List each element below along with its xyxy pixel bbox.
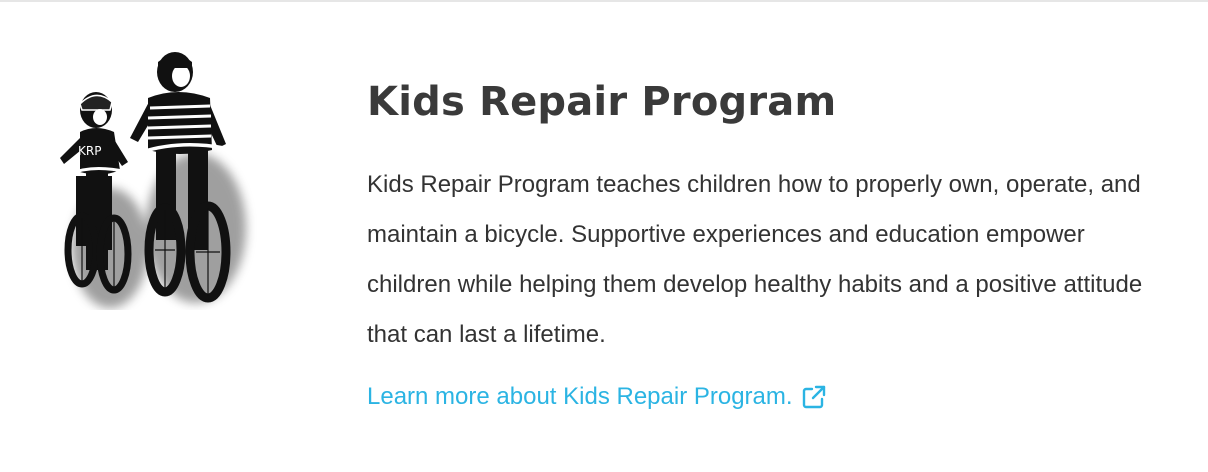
kids-repair-program-logo: KRP [60,52,246,308]
learn-more-link[interactable]: Learn more about Kids Repair Program. [367,382,827,412]
program-card: KRP Kids Repair Program Kids Repair Prog… [0,0,1208,472]
program-content: Kids Repair Program Kids Repair Program … [367,72,1177,412]
top-divider [0,0,1208,2]
logo-jersey-text: KRP [78,144,101,158]
program-description: Kids Repair Program teaches children how… [367,171,1143,348]
program-title: Kids Repair Program [367,79,837,125]
external-link-icon [802,385,825,409]
learn-more-label: Learn more about Kids Repair Program. [367,383,793,410]
